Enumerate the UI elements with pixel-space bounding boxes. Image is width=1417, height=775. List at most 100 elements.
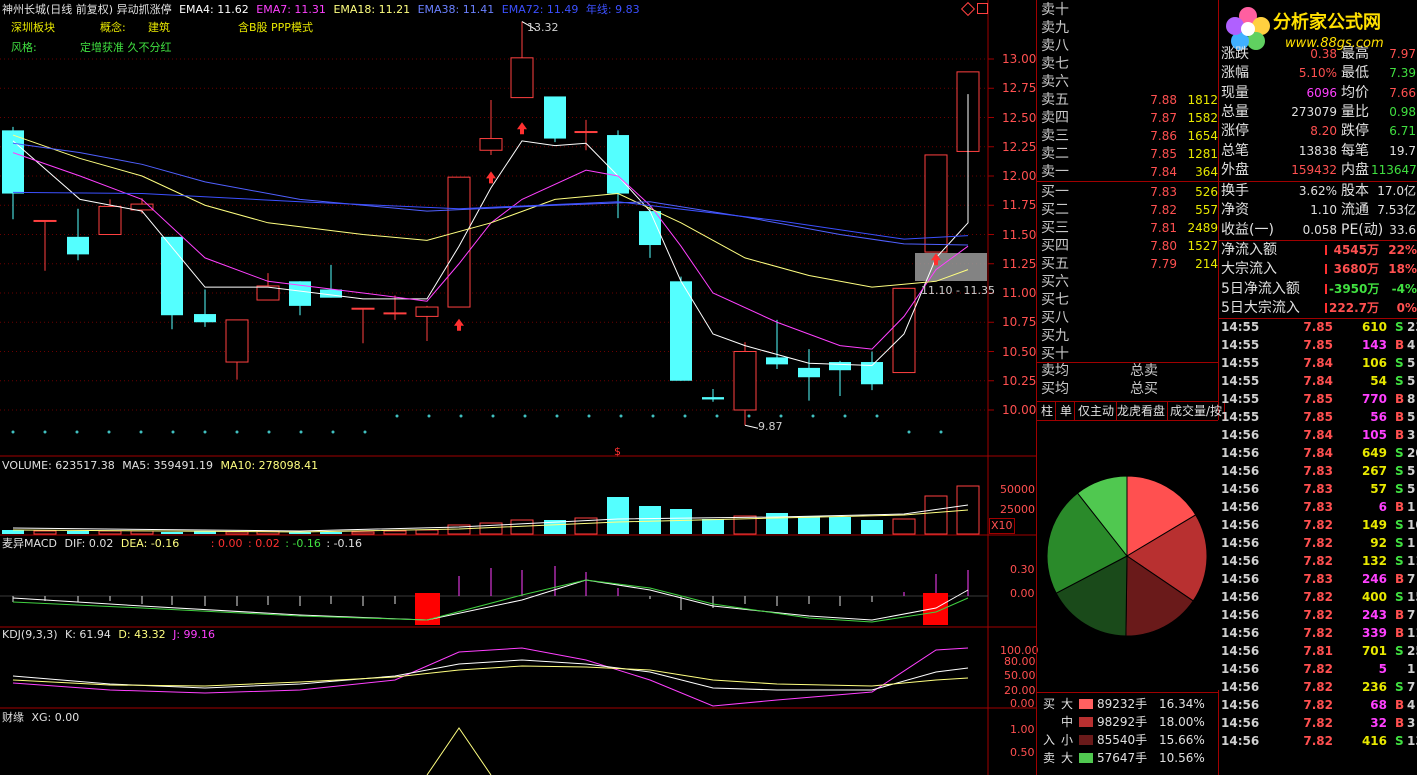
candle-body (225, 319, 249, 363)
sell-level[interactable]: 卖十 (1041, 1, 1219, 19)
sell-level[interactable]: 卖七 (1041, 55, 1219, 73)
buysell-swatch (1079, 735, 1093, 745)
candle-body (98, 205, 122, 235)
signal-dot (11, 430, 15, 434)
sell-level[interactable]: 卖四 7.87 1582 (1041, 109, 1219, 127)
volume-bar (924, 495, 948, 535)
buy-level[interactable]: 买十 (1041, 345, 1219, 363)
candle-body (892, 287, 916, 374)
tick-row: 14:56 7.83 57 S 5 (1221, 480, 1417, 498)
level-label: 卖一 (1041, 164, 1069, 180)
tick-count: 4 (1407, 338, 1416, 352)
candle (320, 264, 342, 298)
price-axis-label: 11.75 (1002, 198, 1037, 213)
tick-price: 7.82 (1303, 626, 1333, 640)
tick-row: 14:56 7.82 92 S 1 (1221, 534, 1417, 552)
tick-time: 14:56 (1221, 554, 1260, 568)
volume-bar (98, 530, 122, 535)
signal-dot (651, 414, 655, 418)
buy-level[interactable]: 买九 (1041, 327, 1219, 345)
level-label: 买三 (1041, 220, 1069, 236)
concept-key: 概念: (100, 21, 126, 34)
tick-time: 14:56 (1221, 428, 1260, 442)
tick-count: 11 (1407, 626, 1417, 640)
sell-level[interactable]: 卖五 7.88 1812 (1041, 91, 1219, 109)
tick-direction: S (1395, 464, 1404, 478)
maximize-icon[interactable] (977, 3, 988, 14)
sell-level[interactable]: 卖九 (1041, 19, 1219, 37)
xg-axis-high: 1.00 (1010, 723, 1035, 736)
buy-level[interactable]: 买一 7.83 526 (1041, 183, 1219, 201)
tick-direction: B (1395, 572, 1405, 586)
tick-row: 14:56 7.82 243 B 7 (1221, 606, 1417, 624)
tick-time: 14:56 (1221, 590, 1260, 604)
buy-level[interactable]: 买六 (1041, 273, 1219, 291)
ema72-label: EMA72: 11.49 (501, 3, 579, 16)
buy-level[interactable]: 买七 (1041, 291, 1219, 309)
kdj-axis-0: 0.00 (1010, 697, 1035, 710)
money-flow-pie (1046, 475, 1208, 637)
sell-level[interactable]: 卖三 7.86 1654 (1041, 127, 1219, 145)
buy-level[interactable]: 买二 7.82 557 (1041, 201, 1219, 219)
level-label: 卖七 (1041, 56, 1069, 72)
orderbook-mid-line (1037, 181, 1218, 182)
tick-price: 7.82 (1303, 698, 1333, 712)
tick-volume: 68 (1370, 698, 1387, 712)
tick-volume: 32 (1370, 716, 1387, 730)
volume-ma10: MA10: 278098.41 (220, 459, 319, 472)
logo-text: 分析家公式网 (1273, 12, 1381, 33)
signal-dot (491, 414, 495, 418)
ema4-label: EMA4: 11.62 (179, 3, 249, 16)
kline-chart-area[interactable]: 神州长城(日线 前复权) 异动抓涨停 EMA4: 11.62 EMA7: 11.… (0, 0, 1039, 775)
tick-count: 1 (1407, 662, 1416, 676)
tab-5[interactable]: 成交量/按 (1168, 402, 1226, 420)
tick-row: 14:55 7.85 143 B 4 (1221, 336, 1417, 354)
tick-volume: 149 (1361, 518, 1387, 532)
stat-row: 涨幅 5.10% 最低 7.39 (1221, 64, 1417, 83)
tab-3[interactable]: 仅主动 (1076, 402, 1118, 420)
stat-row: 收益(一) 0.058 PE(动) 33.6 (1221, 221, 1417, 240)
tick-count: 8 (1407, 392, 1416, 406)
level-label: 卖六 (1041, 74, 1069, 90)
stat-row: 总量 273079 量比 0.98 (1221, 103, 1417, 122)
avg-sell-label: 卖均 (1041, 363, 1069, 379)
tick-volume: 54 (1370, 374, 1387, 388)
flow-bar (1325, 283, 1327, 294)
buy-level[interactable]: 买八 (1041, 309, 1219, 327)
kline-chart-svg[interactable] (0, 0, 1036, 775)
buy-level[interactable]: 买五 7.79 214 (1041, 255, 1219, 273)
tick-volume: 267 (1361, 464, 1387, 478)
candle-body (670, 281, 692, 381)
candle (829, 360, 851, 396)
total-buy-label: 总买 (1130, 381, 1158, 397)
sell-level[interactable]: 卖八 (1041, 37, 1219, 55)
sell-level[interactable]: 卖一 7.84 364 (1041, 163, 1219, 181)
tick-direction: S (1395, 482, 1404, 496)
high-annotation: 13.32 (527, 21, 559, 34)
xg-label: 财缘 (2, 711, 24, 724)
tab-1[interactable]: 柱 (1039, 402, 1057, 420)
sell-level[interactable]: 卖二 7.85 1281 (1041, 145, 1219, 163)
year-line-label: 年线: 9.83 (585, 3, 640, 16)
flow-row: 大宗流入 3680万 18% (1221, 260, 1417, 279)
tab-2[interactable]: 单 (1058, 402, 1076, 420)
tick-row: 14:56 7.82 32 B 3 (1221, 714, 1417, 732)
tick-row: 14:56 7.82 339 B11 (1221, 624, 1417, 642)
tab-4[interactable]: 龙虎看盘 (1115, 402, 1169, 420)
tick-row: 14:56 7.82 5 1 (1221, 660, 1417, 678)
tick-count: 3 (1407, 428, 1416, 442)
tick-direction: B (1395, 500, 1405, 514)
range-annotation: 11.10 - 11.35 (921, 284, 995, 297)
tick-count: 5 (1407, 356, 1416, 370)
candle (415, 305, 439, 341)
buysell-volume: 89232手 (1097, 697, 1148, 711)
stat-value: 0.98 (1389, 104, 1416, 119)
buy-level[interactable]: 买四 7.80 1527 (1041, 237, 1219, 255)
tick-direction: S (1395, 518, 1404, 532)
tick-price: 7.82 (1303, 734, 1333, 748)
candle-body (798, 367, 820, 378)
sell-level[interactable]: 卖六 (1041, 73, 1219, 91)
buy-level[interactable]: 买三 7.81 2489 (1041, 219, 1219, 237)
level-label: 买六 (1041, 274, 1069, 290)
tick-volume: 770 (1361, 392, 1387, 406)
